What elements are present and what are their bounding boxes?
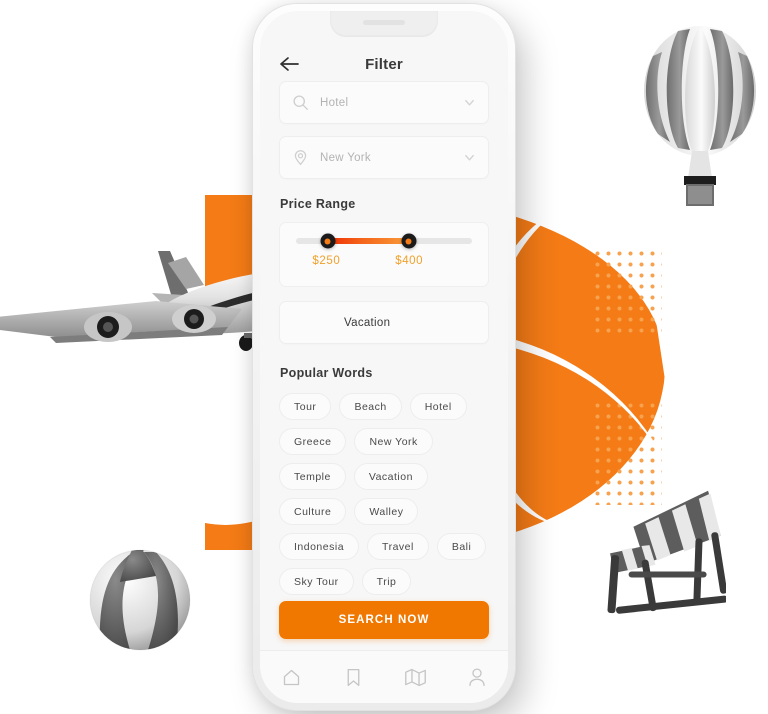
tag-chip[interactable]: Beach (339, 393, 402, 420)
popular-words-label: Popular Words (280, 366, 373, 380)
location-select[interactable]: New York (279, 136, 489, 179)
trip-type-select[interactable]: Vacation (279, 301, 489, 344)
tag-chip[interactable]: Trip (361, 568, 412, 595)
home-icon (283, 669, 299, 685)
tab-profile[interactable] (446, 667, 508, 688)
tag-chip[interactable]: Travel (367, 533, 429, 560)
tag-chip[interactable]: Hotel (409, 393, 467, 420)
tab-map[interactable] (384, 667, 446, 688)
search-icon (293, 95, 308, 110)
category-value: Hotel (320, 96, 349, 109)
price-range-slider[interactable]: $250 $400 (279, 222, 489, 287)
slider-handle-max[interactable] (401, 233, 417, 249)
back-button[interactable] (276, 51, 302, 77)
category-select[interactable]: Hotel (279, 81, 489, 124)
app-header: Filter (260, 11, 508, 81)
tag-chip[interactable]: Greece (279, 428, 347, 455)
chevron-down-icon (465, 154, 474, 161)
filter-content: Hotel New York Price Range $250 $400 Vac… (260, 81, 508, 650)
tab-home[interactable] (260, 667, 322, 688)
slider-track[interactable] (296, 233, 472, 249)
location-icon (294, 150, 307, 166)
page-title: Filter (365, 56, 403, 73)
slider-handle-min[interactable] (320, 233, 336, 249)
tag-chip[interactable]: Sky Tour (279, 568, 354, 595)
app-screen: Filter Hotel New York Price Range $250 $… (260, 11, 508, 703)
price-labels: $250 $400 (294, 255, 474, 275)
tag-chip[interactable]: Culture (279, 498, 347, 525)
tag-chip[interactable]: Walley (354, 498, 419, 525)
tag-chip[interactable]: Tour (279, 393, 332, 420)
tag-chip[interactable]: Indonesia (279, 533, 360, 560)
bottom-navigation (260, 650, 508, 703)
phone-mockup: Filter Hotel New York Price Range $250 $… (253, 4, 515, 710)
location-value: New York (320, 151, 371, 164)
chevron-down-icon (465, 99, 474, 106)
tab-bookmarks[interactable] (322, 667, 384, 688)
slider-fill (327, 238, 409, 244)
profile-icon (469, 667, 485, 686)
deck-chair-icon (607, 490, 726, 614)
search-now-button[interactable]: SEARCH NOW (279, 601, 489, 639)
beach-ball-icon (89, 549, 191, 651)
hot-air-balloon-icon (644, 26, 756, 206)
tag-chip[interactable]: Temple (279, 463, 346, 490)
price-min-label: $250 (312, 255, 341, 267)
trip-type-value: Vacation (344, 316, 391, 329)
bookmark-icon (347, 668, 359, 686)
price-range-label: Price Range (280, 197, 356, 211)
scene: Filter Hotel New York Price Range $250 $… (0, 0, 768, 714)
price-max-label: $400 (395, 255, 424, 267)
phone-screen: Filter Hotel New York Price Range $250 $… (260, 11, 508, 703)
tag-chip[interactable]: Bali (436, 533, 487, 560)
arrow-left-icon (280, 57, 299, 71)
tag-chip[interactable]: Vacation (353, 463, 428, 490)
popular-words-tags: Tour Beach Hotel Greece New York Temple … (279, 393, 489, 595)
tag-chip[interactable]: New York (354, 428, 433, 455)
map-icon (404, 668, 426, 686)
